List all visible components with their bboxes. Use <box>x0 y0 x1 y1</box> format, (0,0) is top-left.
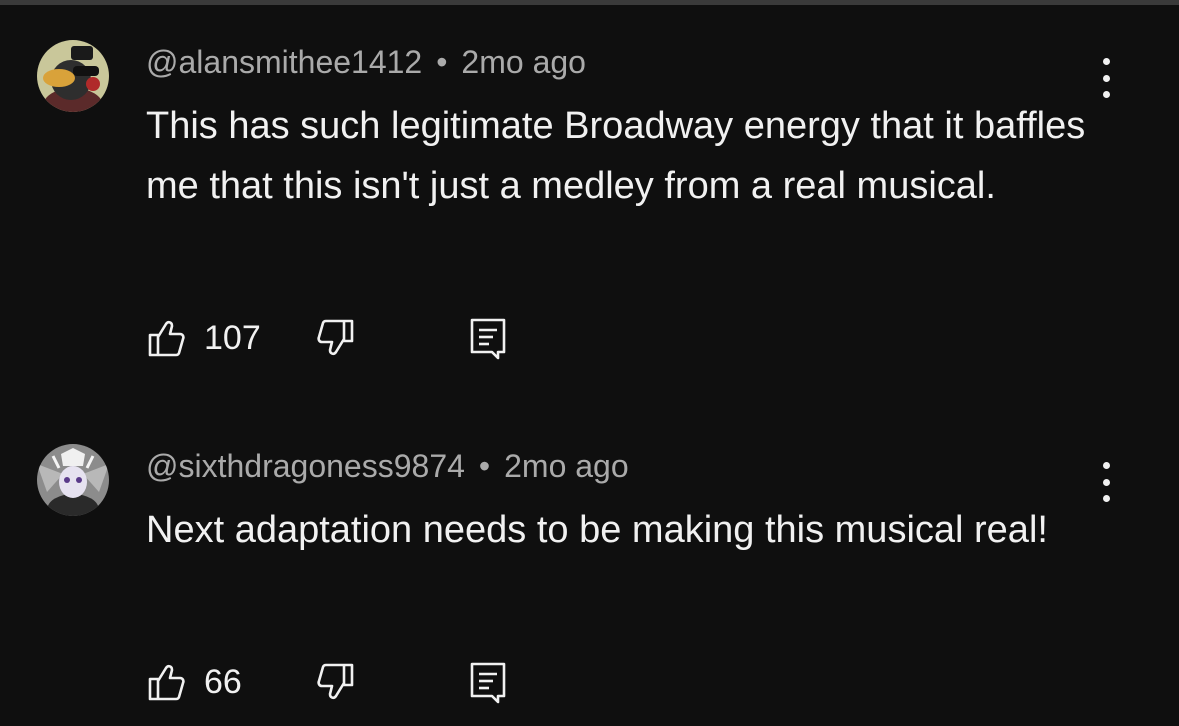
comment-item: @sixthdragoness9874 • 2mo ago Next adaptat… <box>0 440 1179 710</box>
comment-meta: @alansmithee1412 • 2mo ago <box>146 42 586 82</box>
reply-button[interactable] <box>468 660 508 704</box>
like-count: 66 <box>204 662 242 701</box>
more-vertical-icon[interactable] <box>1092 462 1120 502</box>
avatar[interactable] <box>37 444 109 516</box>
comment-meta: @sixthdragoness9874 • 2mo ago <box>146 446 629 486</box>
thumbs-down-icon <box>317 319 354 356</box>
dislike-button[interactable] <box>316 660 356 704</box>
like-button[interactable]: 107 <box>146 316 261 360</box>
reply-comment-icon <box>470 318 506 360</box>
thumbs-up-icon <box>148 664 185 701</box>
reply-comment-icon <box>470 662 506 704</box>
comment-item: @alansmithee1412 • 2mo ago This has such l… <box>0 36 1179 376</box>
author-name[interactable]: @sixthdragoness9874 <box>146 448 465 484</box>
avatar[interactable] <box>37 40 109 112</box>
comment-time[interactable]: 2mo ago <box>504 448 629 484</box>
author-name[interactable]: @alansmithee1412 <box>146 44 422 80</box>
comment-text: Next adaptation needs to be making this … <box>146 509 1048 551</box>
comment-time[interactable]: 2mo ago <box>461 44 586 80</box>
dislike-button[interactable] <box>316 316 356 360</box>
thumbs-down-icon <box>317 663 354 700</box>
like-count: 107 <box>204 318 261 357</box>
separator-dot: • <box>436 44 448 80</box>
top-divider <box>0 0 1179 5</box>
thumbs-up-icon <box>148 320 185 357</box>
reply-button[interactable] <box>468 316 508 360</box>
like-button[interactable]: 66 <box>146 660 242 704</box>
dragon-character-avatar-icon <box>37 444 109 516</box>
duck-avatar-icon <box>37 40 109 112</box>
more-vertical-icon[interactable] <box>1092 58 1120 98</box>
comment-text: This has such legitimate Broadway energy… <box>146 105 1086 207</box>
separator-dot: • <box>478 448 491 484</box>
